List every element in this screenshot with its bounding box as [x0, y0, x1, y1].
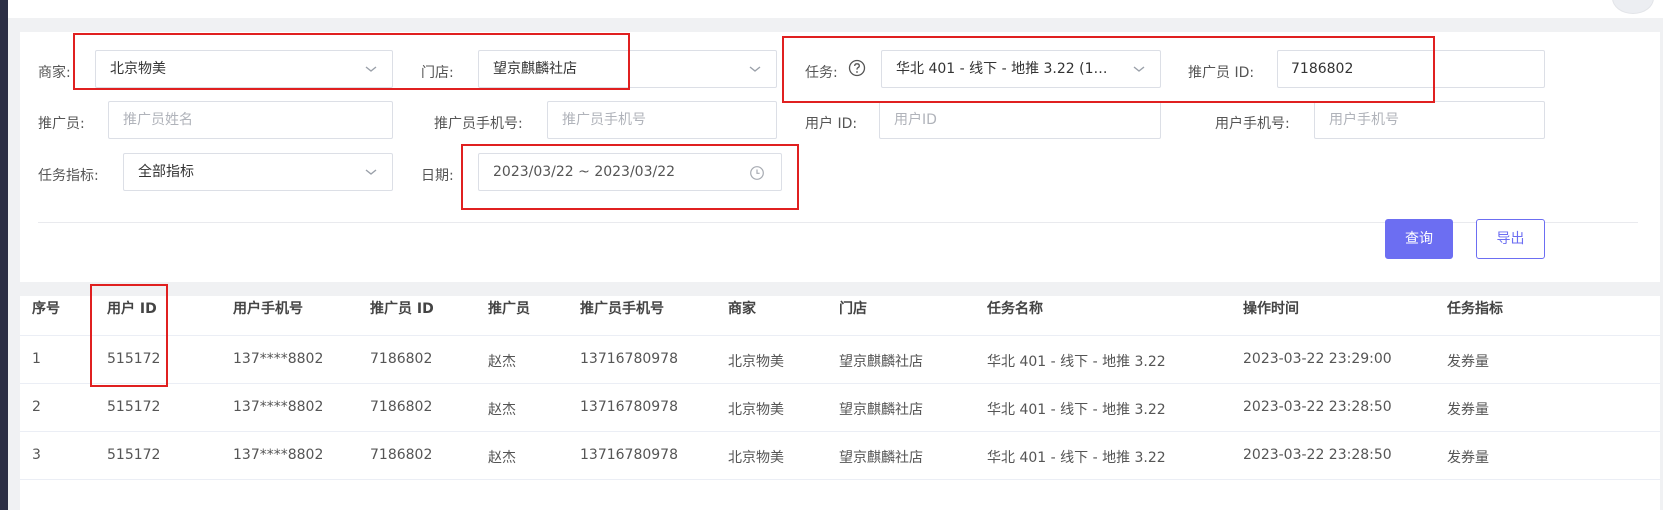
- promoter-id-label: 推广员 ID:: [1188, 65, 1255, 81]
- task-select[interactable]: 华北 401 - 线下 - 地推 3.22 (1372...: [881, 50, 1161, 88]
- cell-task-name: 华北 401 - 线下 - 地推 3.22: [987, 402, 1166, 418]
- cell-promoter-phone: 13716780978: [580, 351, 678, 367]
- cell-promoter-phone: 13716780978: [580, 447, 678, 463]
- cell-index: 1: [32, 351, 41, 367]
- help-icon[interactable]: [848, 59, 866, 77]
- column-header[interactable]: 序号: [32, 298, 60, 318]
- column-header[interactable]: 推广员手机号: [580, 298, 664, 318]
- user-id-label: 用户 ID:: [805, 116, 858, 132]
- promoter-id-input[interactable]: 7186802: [1277, 50, 1545, 88]
- task-value: 华北 401 - 线下 - 地推 3.22 (1372...: [896, 61, 1116, 77]
- chevron-down-icon: [1133, 66, 1145, 72]
- cell-op-time: 2023-03-22 23:28:50: [1243, 399, 1392, 415]
- date-range-picker[interactable]: 2023/03/22 ~ 2023/03/22: [478, 153, 782, 191]
- cell-store: 望京麒麟社店: [839, 402, 923, 418]
- cell-task-metric: 发券量: [1447, 402, 1489, 418]
- cell-merchant: 北京物美: [728, 354, 784, 370]
- task-metric-value: 全部指标: [138, 164, 194, 180]
- promoter-id-value: 7186802: [1291, 61, 1354, 77]
- cell-task-metric: 发券量: [1447, 450, 1489, 466]
- cell-user-id: 515172: [107, 447, 161, 463]
- merchant-select[interactable]: 北京物美: [95, 50, 393, 88]
- chevron-down-icon: [365, 66, 377, 72]
- column-header[interactable]: 任务名称: [987, 298, 1043, 318]
- promoter-phone-placeholder: 推广员手机号: [562, 112, 646, 128]
- app-sidebar-edge: [0, 0, 8, 510]
- store-label: 门店:: [421, 65, 454, 81]
- cell-user-id: 515172: [107, 351, 161, 367]
- chevron-down-icon: [365, 169, 377, 175]
- row-divider: [20, 479, 1660, 480]
- user-phone-input[interactable]: 用户手机号: [1314, 101, 1545, 139]
- promoter-phone-label: 推广员手机号:: [434, 116, 523, 132]
- task-metric-select[interactable]: 全部指标: [123, 153, 393, 191]
- column-header[interactable]: 推广员 ID: [370, 298, 434, 318]
- cell-user-phone: 137****8802: [233, 399, 324, 415]
- row-divider: [20, 431, 1660, 432]
- export-button[interactable]: 导出: [1476, 219, 1545, 259]
- cell-task-name: 华北 401 - 线下 - 地推 3.22: [987, 450, 1166, 466]
- cell-index: 2: [32, 399, 41, 415]
- column-header[interactable]: 任务指标: [1447, 298, 1503, 318]
- user-id-input[interactable]: 用户ID: [879, 101, 1161, 139]
- cell-promoter-phone: 13716780978: [580, 399, 678, 415]
- cell-promoter: 赵杰: [488, 354, 516, 370]
- task-label: 任务:: [805, 65, 838, 81]
- top-strip: [8, 0, 1663, 18]
- column-header[interactable]: 用户手机号: [233, 298, 303, 318]
- task-metric-label: 任务指标:: [38, 168, 99, 184]
- cell-op-time: 2023-03-22 23:29:00: [1243, 351, 1392, 367]
- cell-op-time: 2023-03-22 23:28:50: [1243, 447, 1392, 463]
- merchant-label: 商家:: [38, 65, 71, 81]
- cell-store: 望京麒麟社店: [839, 450, 923, 466]
- user-phone-label: 用户手机号:: [1215, 116, 1290, 132]
- cell-promoter: 赵杰: [488, 402, 516, 418]
- promoter-label: 推广员:: [38, 116, 85, 132]
- cell-task-name: 华北 401 - 线下 - 地推 3.22: [987, 354, 1166, 370]
- cell-task-metric: 发券量: [1447, 354, 1489, 370]
- cell-promoter-id: 7186802: [370, 399, 433, 415]
- promoter-name-placeholder: 推广员姓名: [123, 112, 193, 128]
- cell-promoter-id: 7186802: [370, 351, 433, 367]
- column-header[interactable]: 门店: [839, 298, 867, 318]
- column-header[interactable]: 操作时间: [1243, 298, 1299, 318]
- query-button[interactable]: 查询: [1385, 219, 1453, 259]
- row-divider: [20, 383, 1660, 384]
- user-phone-placeholder: 用户手机号: [1329, 112, 1399, 128]
- store-select[interactable]: 望京麒麟社店: [478, 50, 777, 88]
- cell-user-id: 515172: [107, 399, 161, 415]
- chevron-down-icon: [749, 66, 761, 72]
- store-value: 望京麒麟社店: [493, 61, 577, 77]
- promoter-name-input[interactable]: 推广员姓名: [108, 101, 393, 139]
- user-id-placeholder: 用户ID: [894, 112, 937, 128]
- row-divider: [20, 335, 1660, 336]
- cell-merchant: 北京物美: [728, 450, 784, 466]
- cell-promoter: 赵杰: [488, 450, 516, 466]
- column-header[interactable]: 用户 ID: [107, 298, 157, 318]
- cell-index: 3: [32, 447, 41, 463]
- cell-merchant: 北京物美: [728, 402, 784, 418]
- merchant-value: 北京物美: [110, 61, 166, 77]
- column-header[interactable]: 推广员: [488, 298, 530, 318]
- cell-store: 望京麒麟社店: [839, 354, 923, 370]
- cell-promoter-id: 7186802: [370, 447, 433, 463]
- column-header[interactable]: 商家: [728, 298, 756, 318]
- date-range-value: 2023/03/22 ~ 2023/03/22: [493, 164, 676, 180]
- cell-user-phone: 137****8802: [233, 351, 324, 367]
- clock-icon: [750, 166, 764, 180]
- cell-user-phone: 137****8802: [233, 447, 324, 463]
- promoter-phone-input[interactable]: 推广员手机号: [547, 101, 777, 139]
- date-label: 日期:: [421, 168, 454, 184]
